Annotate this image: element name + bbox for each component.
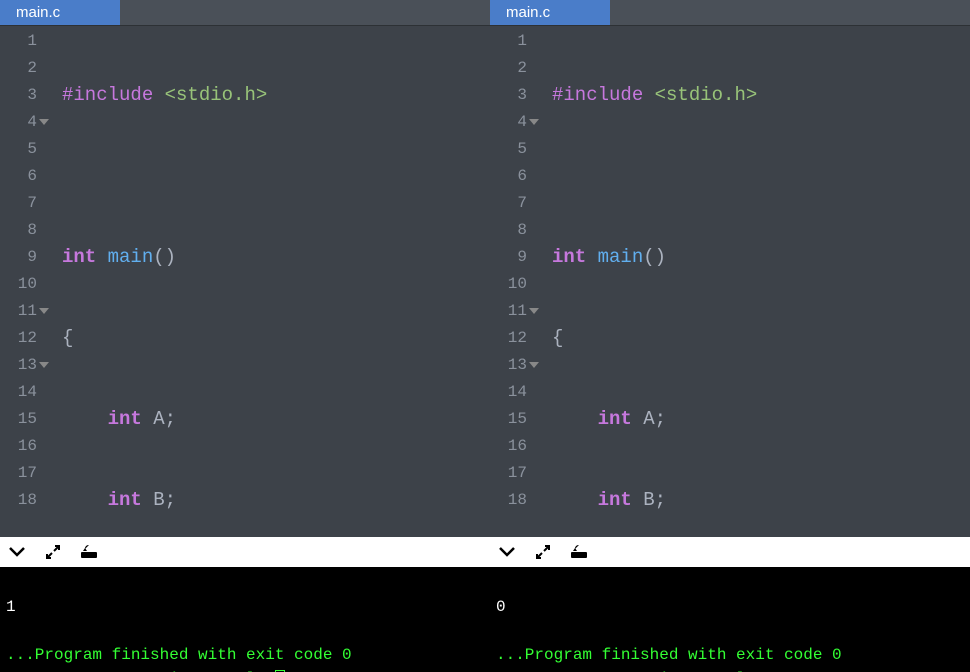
tab-bar: main.c: [490, 0, 970, 26]
line-gutter: 1 2 3 4 5 6 7 8 9 10 11 12 13 14 15 16 1…: [0, 26, 52, 537]
code-area[interactable]: #include <stdio.h> int main() { int A; i…: [542, 26, 970, 537]
editor-pane-right: main.c 1 2 3 4 5 6 7 8 9 10 11 12 13 14 …: [490, 0, 970, 672]
line-number: 9: [0, 244, 43, 271]
expand-icon[interactable]: [44, 543, 62, 561]
code-line: {: [62, 325, 490, 352]
tab-bar: main.c: [0, 0, 490, 26]
line-number: 6: [490, 163, 533, 190]
line-number: 9: [490, 244, 533, 271]
code-line: #include <stdio.h>: [552, 82, 970, 109]
code-line: int main(): [62, 244, 490, 271]
line-number: 14: [490, 379, 533, 406]
line-number: 2: [0, 55, 43, 82]
console-toolbar: [490, 537, 970, 567]
tab-main-c[interactable]: main.c: [490, 0, 610, 25]
code-line: #include <stdio.h>: [62, 82, 490, 109]
line-number: 10: [490, 271, 533, 298]
line-number: 12: [0, 325, 43, 352]
expand-icon[interactable]: [534, 543, 552, 561]
editor-pane-left: main.c 1 2 3 4 5 6 7 8 9 10 11 12 13 14 …: [0, 0, 490, 672]
program-output: 1: [6, 598, 16, 616]
line-number: 7: [0, 190, 43, 217]
line-number: 16: [0, 433, 43, 460]
console-output[interactable]: 1 ...Program finished with exit code 0 P…: [0, 567, 490, 672]
line-number: 18: [490, 487, 533, 514]
code-line: [552, 163, 970, 190]
keyboard-icon[interactable]: [570, 543, 588, 561]
line-number: 12: [490, 325, 533, 352]
console-output[interactable]: 0 ...Program finished with exit code 0 P…: [490, 567, 970, 672]
line-number: 13: [490, 352, 533, 379]
console-toolbar: [0, 537, 490, 567]
line-number: 11: [0, 298, 43, 325]
line-number: 5: [0, 136, 43, 163]
line-gutter: 1 2 3 4 5 6 7 8 9 10 11 12 13 14 15 16 1…: [490, 26, 542, 537]
code-editor[interactable]: 1 2 3 4 5 6 7 8 9 10 11 12 13 14 15 16 1…: [490, 26, 970, 537]
code-line: [62, 163, 490, 190]
tab-main-c[interactable]: main.c: [0, 0, 120, 25]
line-number: 14: [0, 379, 43, 406]
line-number: 8: [490, 217, 533, 244]
line-number: 3: [0, 82, 43, 109]
line-number: 5: [490, 136, 533, 163]
keyboard-icon[interactable]: [80, 543, 98, 561]
code-line: int A;: [62, 406, 490, 433]
code-line: int B;: [62, 487, 490, 514]
code-area[interactable]: #include <stdio.h> int main() { int A; i…: [52, 26, 490, 537]
line-number: 13: [0, 352, 43, 379]
line-number: 17: [0, 460, 43, 487]
console-message: ...Program finished with exit code 0: [6, 646, 352, 664]
line-number: 1: [0, 28, 43, 55]
line-number: 11: [490, 298, 533, 325]
line-number: 4: [490, 109, 533, 136]
line-number: 15: [490, 406, 533, 433]
line-number: 2: [490, 55, 533, 82]
code-editor[interactable]: 1 2 3 4 5 6 7 8 9 10 11 12 13 14 15 16 1…: [0, 26, 490, 537]
line-number: 7: [490, 190, 533, 217]
line-number: 1: [490, 28, 533, 55]
line-number: 17: [490, 460, 533, 487]
code-line: {: [552, 325, 970, 352]
line-number: 6: [0, 163, 43, 190]
line-number: 15: [0, 406, 43, 433]
line-number: 3: [490, 82, 533, 109]
program-output: 0: [496, 598, 506, 616]
line-number: 10: [0, 271, 43, 298]
line-number: 18: [0, 487, 43, 514]
code-line: int B;: [552, 487, 970, 514]
console-message: ...Program finished with exit code 0: [496, 646, 842, 664]
chevron-down-icon[interactable]: [8, 543, 26, 561]
line-number: 16: [490, 433, 533, 460]
code-line: int main(): [552, 244, 970, 271]
code-line: int A;: [552, 406, 970, 433]
line-number: 4: [0, 109, 43, 136]
line-number: 8: [0, 217, 43, 244]
chevron-down-icon[interactable]: [498, 543, 516, 561]
